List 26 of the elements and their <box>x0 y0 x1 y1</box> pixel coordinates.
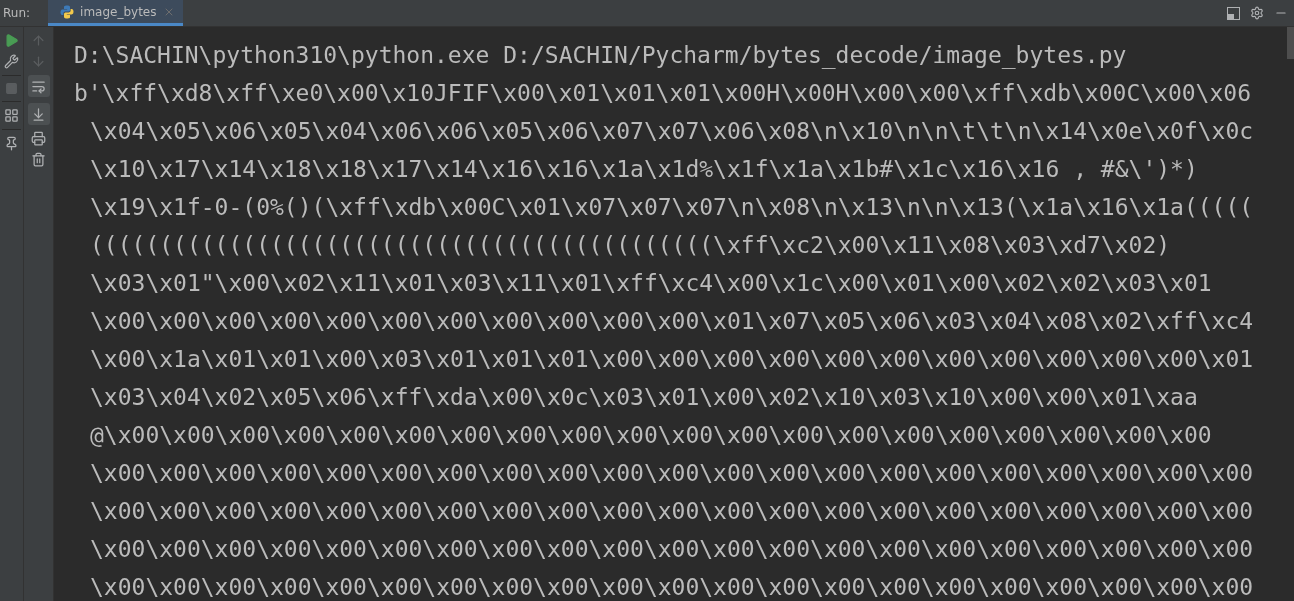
layout-icon[interactable] <box>4 108 19 123</box>
console-line: \x00\x00\x00\x00\x00\x00\x00\x00\x00\x00\x00\x00\x00\x00\x00\x00\x00\x00\x00\x00\x00 <box>89 497 1254 526</box>
wrench-icon[interactable] <box>4 54 19 69</box>
python-icon <box>60 4 75 19</box>
console-line: @\x00\x00\x00\x00\x00\x00\x00\x00\x00\x00\x00\x00\x00\x00\x00\x00\x00\x00\x00\x00 <box>89 421 1212 450</box>
console-line: \x00\x00\x00\x00\x00\x00\x00\x00\x00\x00\x00\x00\x00\x00\x00\x00\x00\x00\x00\x00\x00 <box>89 535 1254 564</box>
console-line: \x19\x1f-0-(0%()(\xff\xdb\x00C\x01\x07\x07\x07\n\x08\n\x13\n\n\x13(\x1a\x16\x1a((((( <box>89 193 1254 222</box>
console-line: \x03\x04\x02\x05\x06\xff\xda\x00\x0c\x03\x01\x00\x02\x10\x03\x10\x00\x00\x01\xaa <box>89 383 1198 412</box>
console-line: b'\xff\xd8\xff\xe0\x00\x10JFIF\x00\x01\x01\x01\x00H\x00H\x00\x00\xff\xdb\x00C\x00\x06 <box>74 79 1251 108</box>
settings-icon[interactable] <box>1250 6 1264 20</box>
pin-icon[interactable] <box>4 136 19 151</box>
console-line: \x03\x01"\x00\x02\x11\x01\x03\x11\x01\xff\xc4\x00\x1c\x00\x01\x00\x02\x02\x03\x01 <box>89 269 1212 298</box>
console-line: (((((((((((((((((((((((((((((((((((((((((((((\xff\xc2\x00\x11\x08\x03\xd7\x02) <box>89 231 1171 260</box>
layout-icon[interactable] <box>1227 6 1240 20</box>
console-line: \x00\x1a\x01\x01\x00\x03\x01\x01\x01\x00\x00\x00\x00\x00\x00\x00\x00\x00\x00\x00\x01 <box>89 345 1254 374</box>
console-line: \x10\x17\x14\x18\x18\x17\x14\x16\x16\x1a\x1d%\x1f\x1a\x1b#\x1c\x16\x16 , #&\')*) <box>89 155 1198 184</box>
console-line: \x00\x00\x00\x00\x00\x00\x00\x00\x00\x00\x00\x01\x07\x05\x06\x03\x04\x08\x02\xff\xc4 <box>89 307 1254 336</box>
console-line: D:\SACHIN\python310\python.exe D:/SACHIN/Pycharm/bytes_decode/image_bytes.py <box>74 41 1127 71</box>
run-icon[interactable] <box>4 33 19 48</box>
print-icon[interactable] <box>31 131 46 146</box>
run-label: Run: <box>3 6 31 20</box>
trash-icon[interactable] <box>31 152 46 167</box>
run-tab[interactable]: image_bytes <box>48 0 183 26</box>
console-line: \x00\x00\x00\x00\x00\x00\x00\x00\x00\x00\x00\x00\x00\x00\x00\x00\x00\x00\x00\x00\x00 <box>89 459 1254 488</box>
console-line: \x00\x00\x00\x00\x00\x00\x00\x00\x00\x00\x00\x00\x00\x00\x00\x00\x00\x00\x00\x00\x00 <box>89 573 1254 601</box>
console-line: \x04\x05\x06\x05\x04\x06\x06\x05\x06\x07\x07\x06\x08\n\x10\n\n\t\t\n\x14\x0e\x0f\x0c <box>89 117 1254 146</box>
